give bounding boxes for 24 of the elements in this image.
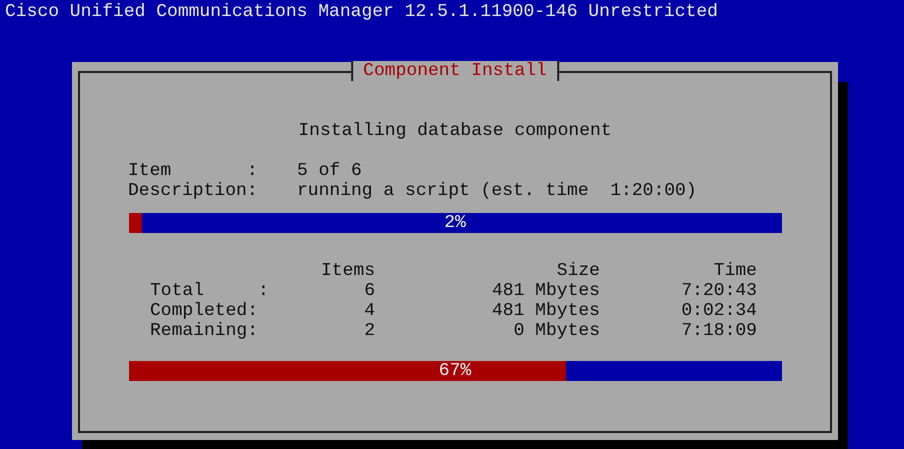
- column-header: Size: [556, 261, 600, 281]
- column-header: Time: [714, 261, 757, 281]
- column-header: Items: [320, 261, 375, 281]
- dialog-title: Component Install: [351, 61, 559, 81]
- table-cell: 7:20:43: [681, 281, 757, 301]
- field-label: Description:: [128, 181, 259, 201]
- screen-title: Cisco Unified Communications Manager 12.5.1.11900-146 Unrestricted: [4, 1, 719, 24]
- table-cell: 481 Mbytes: [492, 301, 600, 321]
- table-cell: 6: [364, 281, 375, 301]
- table-cell: 2: [364, 321, 375, 341]
- row-label: Total :: [150, 281, 269, 301]
- progress-percent: 67%: [438, 361, 472, 381]
- table-cell: 0:02:34: [681, 301, 757, 321]
- field-label: Item :: [128, 161, 259, 181]
- row-label: Remaining:: [150, 321, 258, 341]
- table-cell: 0 Mbytes: [514, 321, 600, 341]
- table-cell: 481 Mbytes: [492, 281, 600, 301]
- row-label: Completed:: [150, 301, 258, 321]
- progress-percent: 2%: [444, 213, 466, 233]
- field-value: running a script (est. time 1:20:00): [297, 181, 697, 201]
- field-value: 5 of 6: [297, 161, 362, 181]
- table-cell: 4: [364, 301, 375, 321]
- status-heading: Installing database component: [298, 121, 612, 141]
- table-cell: 7:18:09: [681, 321, 757, 341]
